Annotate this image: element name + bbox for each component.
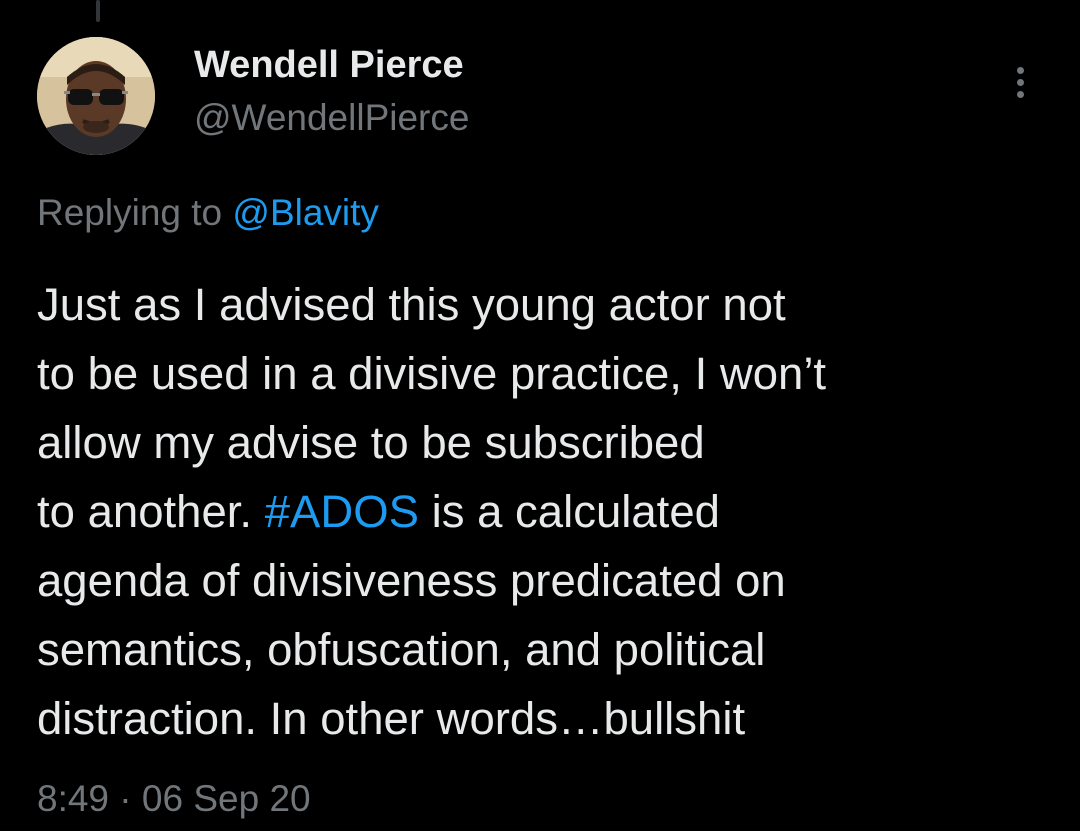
- profile-photo: [37, 37, 155, 155]
- tweet-text-line: Just as I advised this young actor not: [37, 279, 786, 330]
- tweet-text-segment: to another.: [37, 486, 265, 537]
- tweet-text-segment: is a calculated: [418, 486, 720, 537]
- tweet-text-line: semantics, obfuscation, and political: [37, 624, 766, 675]
- hashtag-link[interactable]: #ADOS: [265, 486, 419, 537]
- tweet-time: 8:49: [37, 778, 110, 819]
- tweet-text-line: distraction. In other words…bullshit: [37, 693, 746, 744]
- tweet-date: 06 Sep 20: [141, 778, 311, 819]
- vertical-ellipsis-icon: [1016, 66, 1024, 74]
- replying-to-mention-link[interactable]: @Blavity: [232, 192, 379, 233]
- vertical-ellipsis-icon: [1016, 90, 1024, 98]
- tweet-text-line: to another. #ADOS is a calculated: [37, 477, 1047, 546]
- author-handle[interactable]: @WendellPierce: [194, 96, 469, 140]
- tweet-text-line: allow my advise to be subscribed: [37, 417, 705, 468]
- more-options-button[interactable]: [998, 60, 1042, 104]
- avatar[interactable]: [37, 37, 155, 155]
- timestamp-separator: ·: [109, 778, 142, 819]
- vertical-ellipsis-icon: [1016, 78, 1024, 86]
- author-name[interactable]: Wendell Pierce: [194, 42, 464, 88]
- tweet-text-line: agenda of divisiveness predicated on: [37, 555, 786, 606]
- replying-to-prefix: Replying to: [37, 192, 233, 233]
- replying-to: Replying to @Blavity: [37, 190, 379, 236]
- tweet-text: Just as I advised this young actor not t…: [37, 270, 1047, 753]
- tweet-timestamp[interactable]: 8:49 · 06 Sep 20: [37, 776, 311, 822]
- tweet-text-line: to be used in a divisive practice, I won…: [37, 348, 827, 399]
- thread-connector-line: [96, 0, 100, 22]
